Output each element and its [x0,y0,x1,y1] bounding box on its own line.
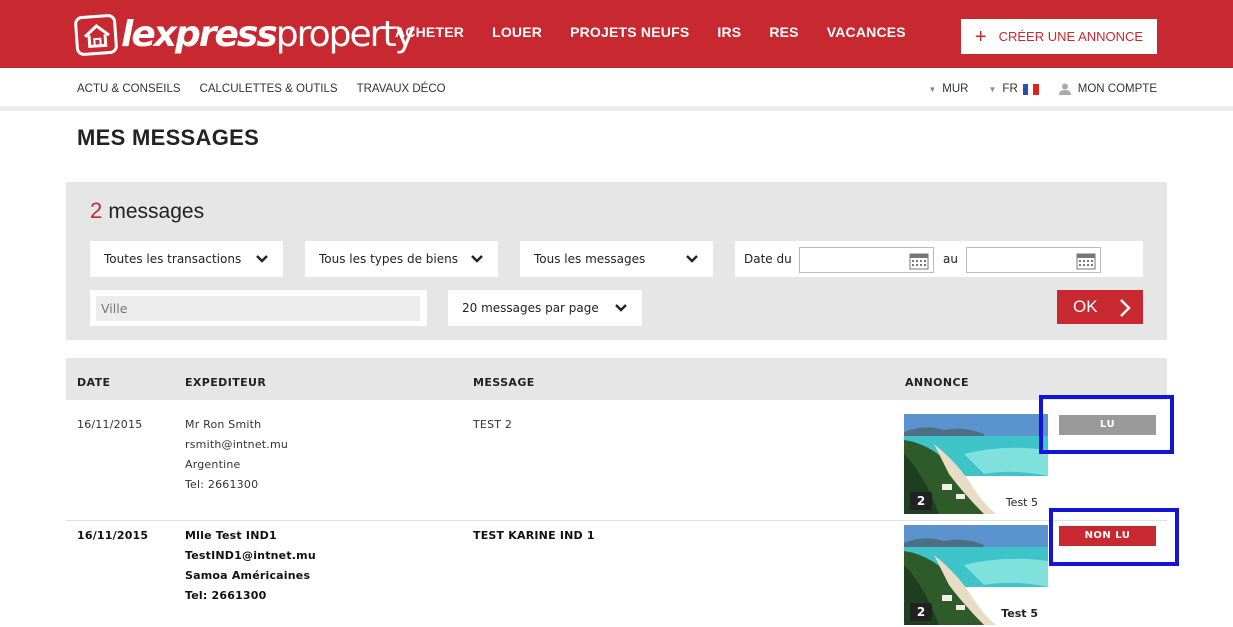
sender-tel: Tel: 2661300 [185,589,267,602]
message-subject[interactable]: TEST 2 [473,415,512,435]
caret-down-icon: ▼ [928,84,937,94]
caret-down-icon: ▼ [988,84,997,94]
highlight-box [1039,395,1174,454]
main-nav: ACHETER LOUER PROJETS NEUFS IRS RES VACA… [395,24,934,40]
french-flag-icon [1022,83,1039,95]
calendar-icon[interactable] [909,252,929,270]
currency-selector[interactable]: ▼ MUR [928,83,968,95]
language-selector[interactable]: ▼ FR [989,83,1039,95]
date-to-label: au [943,252,958,266]
table-row[interactable]: 16/11/2015 Mlle Test IND1 TestIND1@intne… [66,521,1167,627]
nav-irs[interactable]: IRS [717,24,741,40]
transactions-select-value: Toutes les transactions [104,252,242,266]
chevron-down-icon [615,304,627,312]
language-label: FR [1002,83,1018,95]
sender-email: TestIND1@intnet.mu [185,549,316,562]
photo-count-badge: 2 [910,603,932,621]
messages-select[interactable]: Tous les messages [520,241,713,277]
listing-title: Test 5 [996,606,1043,621]
nav-acheter[interactable]: ACHETER [395,24,464,40]
chevron-down-icon [471,255,483,263]
plus-icon: + [974,25,987,48]
sender-name: Mr Ron Smith [185,418,262,431]
chevron-down-icon [256,255,268,263]
message-subject[interactable]: TEST KARINE IND 1 [473,526,595,546]
subnav-calculettes[interactable]: CALCULETTES & OUTILS [200,83,338,95]
header-sender: EXPEDITEUR [185,376,267,389]
site-logo[interactable]: lexpressproperty [73,12,416,58]
message-count-number: 2 [90,198,103,223]
date-from-input[interactable] [799,247,934,273]
secondary-nav: ACTU & CONSEILS CALCULETTES & OUTILS TRA… [0,68,1233,111]
chevron-right-icon [1120,299,1131,317]
property-types-select-value: Tous les types de biens [319,252,458,266]
sender-country: Argentine [185,458,241,471]
messages-select-value: Tous les messages [534,252,646,266]
sender-name: Mlle Test IND1 [185,529,277,542]
filter-panel: 2 messages Toutes les transactions Tous … [66,182,1167,340]
nav-res[interactable]: RES [769,24,798,40]
per-page-select-value: 20 messages par page [462,301,599,315]
city-field-wrapper [90,290,427,326]
ok-button[interactable]: OK [1057,290,1143,324]
sender-tel: Tel: 2661300 [185,478,259,491]
top-bar: lexpressproperty ACHETER LOUER PROJETS N… [0,0,1233,68]
account-menu[interactable]: MON COMPTE [1058,83,1157,95]
house-logo-icon [73,13,119,57]
nav-vacances[interactable]: VACANCES [827,24,906,40]
highlight-box [1049,508,1179,566]
ok-button-label: OK [1073,297,1098,316]
account-label: MON COMPTE [1077,83,1157,95]
sender-email: rsmith@intnet.mu [185,438,289,451]
table-row[interactable]: 16/11/2015 Mr Ron Smith rsmith@intnet.mu… [66,400,1167,521]
city-input[interactable] [96,296,420,321]
photo-count-badge: 2 [910,492,932,510]
page-title: MES MESSAGES [77,125,260,150]
subnav-travaux-deco[interactable]: TRAVAUX DÉCO [357,83,446,95]
messages-table-header: DATE EXPEDITEUR MESSAGE ANNONCE [66,358,1167,400]
listing-title: Test 5 [1000,495,1043,510]
create-listing-button[interactable]: + CRÉER UNE ANNONCE [961,19,1157,54]
transactions-select[interactable]: Toutes les transactions [90,241,283,277]
property-types-select[interactable]: Tous les types de biens [305,241,498,277]
listing-thumbnail[interactable]: 2 Test 5 [904,525,1048,625]
date-to-input[interactable] [966,247,1101,273]
message-count: 2 messages [90,198,204,224]
nav-projets-neufs[interactable]: PROJETS NEUFS [570,24,689,40]
sender-country: Samoa Américaines [185,569,311,582]
message-count-label: messages [108,200,205,223]
subnav-actu-conseils[interactable]: ACTU & CONSEILS [77,83,181,95]
date-range: Date du au [735,241,1143,277]
listing-thumbnail[interactable]: 2 Test 5 [904,414,1048,514]
user-icon [1058,83,1071,95]
header-date: DATE [77,376,111,389]
currency-label: MUR [942,83,969,95]
create-listing-label: CRÉER UNE ANNONCE [998,29,1144,44]
message-date: 16/11/2015 [77,529,149,542]
chevron-down-icon [686,255,698,263]
per-page-select[interactable]: 20 messages par page [448,290,642,326]
header-message: MESSAGE [473,376,535,389]
header-listing: ANNONCE [905,376,969,389]
message-date: 16/11/2015 [77,418,143,431]
date-from-label: Date du [744,252,792,266]
logo-wordmark: lexpressproperty [121,14,416,55]
calendar-icon[interactable] [1076,252,1096,270]
nav-louer[interactable]: LOUER [492,24,542,40]
